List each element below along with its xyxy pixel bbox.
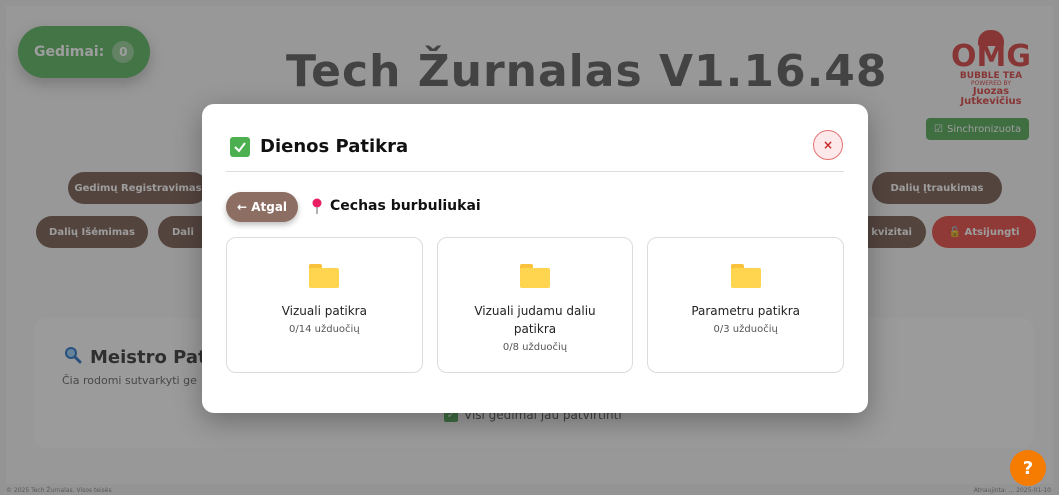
folder-icon xyxy=(520,264,550,288)
card-title: Vizuali patikra xyxy=(281,304,367,318)
help-button[interactable]: ? xyxy=(1010,450,1046,486)
check-square-icon xyxy=(230,136,250,157)
checklist-card-vizuali[interactable]: Vizuali patikra 0/14 užduočių xyxy=(226,237,423,373)
checklist-card-parametru[interactable]: Parametru patikra 0/3 užduočių xyxy=(647,237,845,373)
checklist-cards: Vizuali patikra 0/14 užduočių Vizuali ju… xyxy=(226,237,845,373)
modal-title: Dienos Patikra xyxy=(260,136,409,157)
location-breadcrumb: Cechas burbuliukai xyxy=(312,198,481,214)
map-pin-icon xyxy=(312,198,322,214)
card-title: Vizuali judamu daliu patikra xyxy=(474,304,596,336)
card-task-count: 0/8 užduočių xyxy=(502,342,568,353)
modal-header: Dienos Patikra xyxy=(230,136,408,157)
divider xyxy=(226,171,844,172)
back-button[interactable]: ← Atgal xyxy=(226,192,298,222)
card-task-count: 0/14 užduočių xyxy=(289,324,360,335)
checklist-card-judamu-daliu[interactable]: Vizuali judamu daliu patikra 0/8 užduoči… xyxy=(436,237,634,373)
card-task-count: 0/3 užduočių xyxy=(713,324,778,335)
card-title: Parametru patikra xyxy=(691,304,801,318)
folder-icon xyxy=(309,264,340,288)
location-name: Cechas burbuliukai xyxy=(330,198,481,214)
folder-icon xyxy=(730,264,761,288)
close-button[interactable]: × xyxy=(813,130,843,160)
dienos-patikra-modal: Dienos Patikra × ← Atgal Cechas burbuliu… xyxy=(202,104,868,413)
